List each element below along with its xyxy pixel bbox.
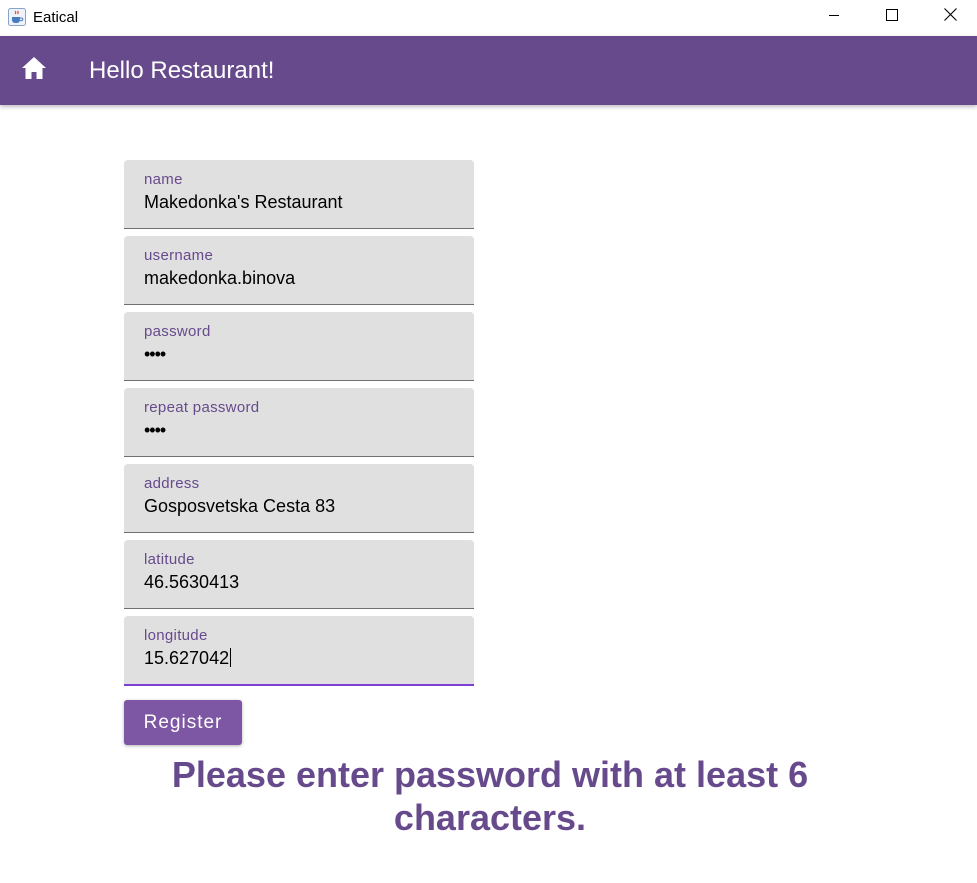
longitude-field[interactable]: longitude 15.627042 — [124, 616, 474, 686]
longitude-input[interactable]: 15.627042 — [144, 646, 454, 670]
longitude-value: 15.627042 — [144, 648, 230, 668]
page-title: Hello Restaurant! — [89, 57, 275, 84]
address-label: address — [144, 475, 200, 492]
repeat-password-field[interactable]: repeat password •••• — [124, 388, 474, 457]
text-caret — [230, 648, 232, 667]
validation-error-message: Please enter password with at least 6 ch… — [171, 754, 809, 838]
home-icon — [21, 56, 47, 85]
username-field[interactable]: username — [124, 236, 474, 305]
password-field[interactable]: password •••• — [124, 312, 474, 381]
minimize-icon — [828, 8, 840, 26]
close-icon — [943, 8, 957, 26]
latitude-input[interactable] — [144, 570, 454, 594]
password-label: password — [144, 323, 211, 340]
name-input[interactable] — [144, 190, 454, 214]
name-label: name — [144, 171, 183, 188]
latitude-label: latitude — [144, 551, 195, 568]
username-label: username — [144, 247, 214, 264]
register-button[interactable]: Register — [124, 700, 242, 745]
maximize-icon — [886, 8, 898, 26]
password-input[interactable]: •••• — [144, 342, 166, 366]
repeat-password-label: repeat password — [144, 399, 260, 416]
minimize-button[interactable] — [805, 0, 863, 34]
maximize-button[interactable] — [863, 0, 921, 34]
close-button[interactable] — [921, 0, 977, 34]
repeat-password-input[interactable]: •••• — [144, 418, 166, 442]
address-field[interactable]: address — [124, 464, 474, 533]
app-window: Eatical Hello Restaurant! name Makedonka… — [0, 0, 977, 883]
longitude-label: longitude — [144, 627, 208, 644]
home-button[interactable] — [14, 50, 54, 90]
java-cup-icon — [8, 8, 26, 26]
username-input[interactable] — [144, 266, 454, 290]
window-title: Eatical — [33, 9, 79, 26]
address-input[interactable] — [144, 494, 454, 518]
latitude-field[interactable]: latitude — [124, 540, 474, 609]
app-header: Hello Restaurant! — [0, 36, 977, 105]
window-titlebar: Eatical — [0, 0, 977, 36]
name-field[interactable]: name — [124, 160, 474, 229]
